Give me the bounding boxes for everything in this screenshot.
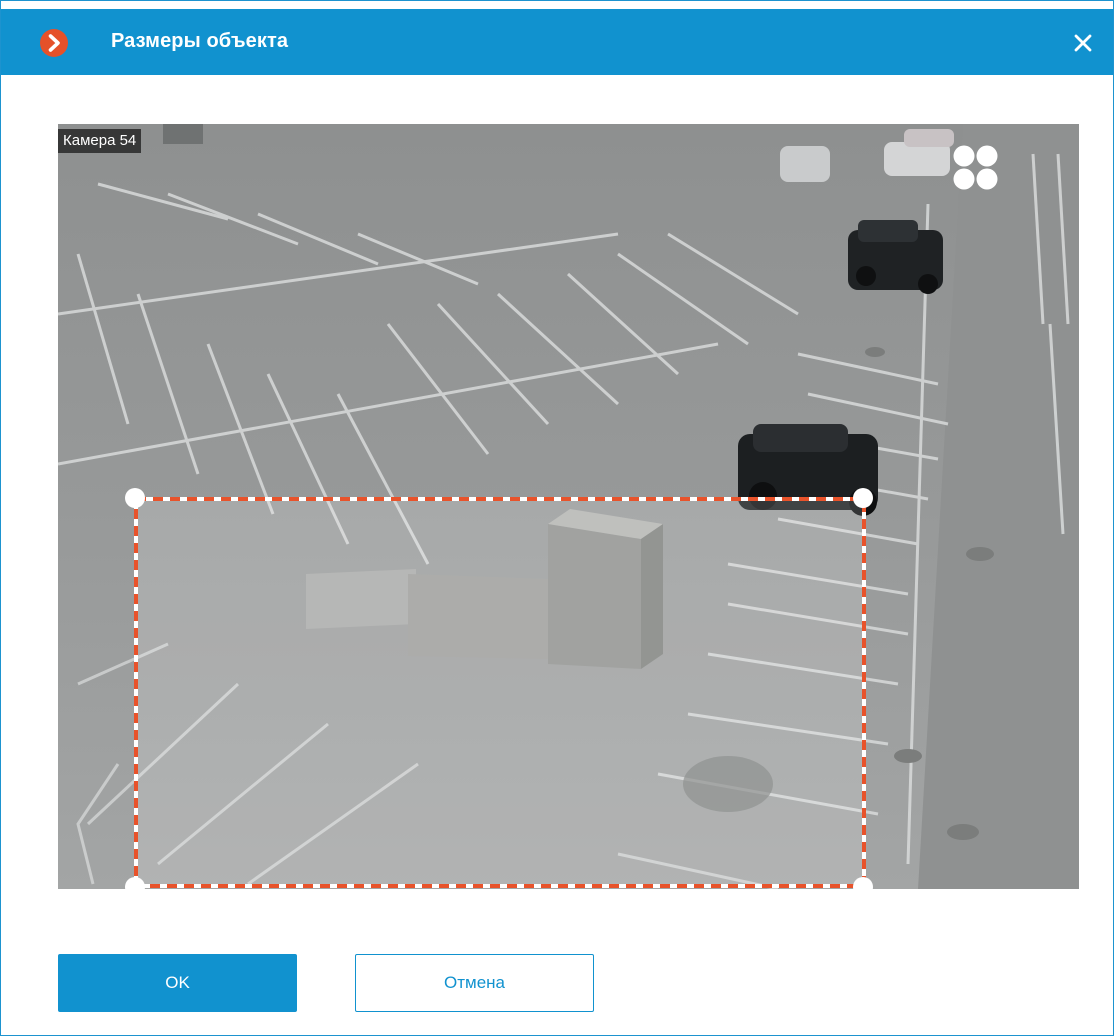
dialog-title: Размеры объекта — [111, 30, 289, 52]
four-dots-grid-icon[interactable] — [951, 143, 1001, 193]
resize-handle-top-right[interactable] — [853, 488, 873, 508]
ok-button[interactable]: OK — [58, 954, 297, 1012]
camera-label: Камера 54 — [58, 129, 142, 153]
parking-lot-scene — [58, 124, 1079, 889]
object-size-dialog: Размеры объекта Камера 54 OK Отмена — [0, 0, 1114, 1036]
resize-handle-bottom-left[interactable] — [125, 877, 145, 897]
close-icon[interactable] — [1073, 33, 1093, 53]
cancel-button[interactable]: Отмена — [355, 954, 594, 1012]
title-bar: Размеры объекта — [1, 9, 1113, 75]
resize-handle-bottom-right[interactable] — [853, 877, 873, 897]
resize-handle-top-left[interactable] — [125, 488, 145, 508]
camera-video-frame[interactable]: Камера 54 — [58, 124, 1079, 889]
chevron-right-circle-icon — [40, 29, 68, 57]
